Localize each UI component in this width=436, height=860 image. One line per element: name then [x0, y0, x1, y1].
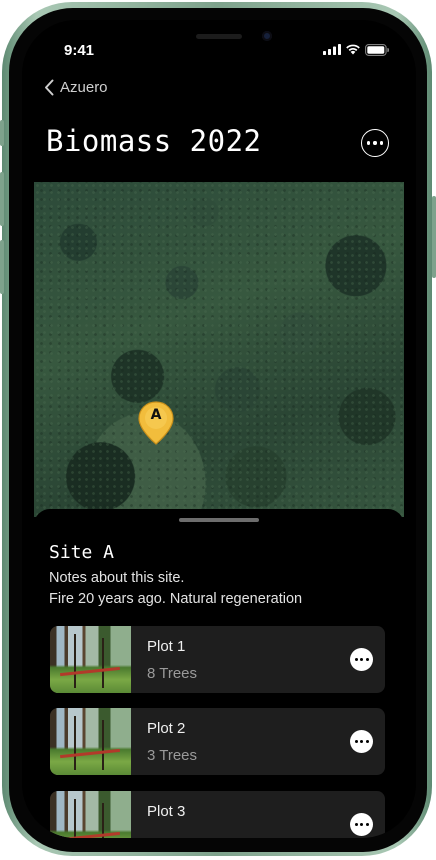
plot-name: Plot 1	[147, 638, 186, 655]
plot-name: Plot 2	[147, 720, 186, 737]
site-marker-a[interactable]: A	[137, 400, 175, 446]
plot-more-button[interactable]	[350, 813, 373, 836]
site-notes-line-2: Fire 20 years ago. Natural regeneration	[49, 591, 303, 607]
plot-tree-count: 3 Trees	[147, 747, 198, 764]
chevron-left-icon	[45, 79, 54, 95]
cellular-signal-icon	[323, 44, 341, 55]
satellite-map[interactable]: A	[34, 182, 404, 517]
sheet-grabber[interactable]	[179, 518, 259, 522]
power-button	[432, 196, 436, 278]
ellipsis-icon	[366, 141, 384, 145]
plot-more-button[interactable]	[350, 730, 373, 753]
status-time: 9:41	[64, 42, 95, 59]
mute-switch	[0, 120, 4, 146]
ellipsis-icon	[354, 823, 369, 826]
plot-name: Plot 3	[147, 803, 186, 820]
site-title: Site A	[49, 542, 115, 563]
plot-card-1[interactable]: Plot 1 8 Trees	[50, 626, 385, 693]
ellipsis-icon	[354, 658, 369, 661]
volume-down-button	[0, 240, 4, 294]
marker-label: A	[150, 407, 162, 423]
plot-tree-count: 8 Trees	[147, 665, 198, 682]
battery-icon	[365, 44, 389, 56]
site-notes-line-1: Notes about this site.	[49, 570, 185, 586]
plot-more-button[interactable]	[350, 648, 373, 671]
speaker	[196, 34, 242, 39]
site-bottom-sheet[interactable]: Site A Notes about this site. Fire 20 ye…	[34, 509, 404, 838]
plot-card-3[interactable]: Plot 3	[50, 791, 385, 838]
notch	[130, 20, 308, 52]
plot-thumbnail	[50, 708, 131, 775]
back-button[interactable]: Azuero	[44, 76, 108, 98]
front-camera	[262, 31, 272, 41]
plot-thumbnail	[50, 791, 131, 838]
page-title: Biomass 2022	[46, 124, 262, 158]
ellipsis-icon	[354, 740, 369, 743]
back-label: Azuero	[60, 78, 108, 96]
volume-up-button	[0, 172, 4, 226]
page-more-button[interactable]	[361, 129, 389, 157]
phone-frame: 9:41 Azuero Biomass 2022 A Site A Notes …	[0, 0, 436, 860]
plot-card-2[interactable]: Plot 2 3 Trees	[50, 708, 385, 775]
screen: 9:41 Azuero Biomass 2022 A Site A Notes …	[22, 20, 416, 838]
wifi-icon	[346, 44, 360, 55]
map-texture	[34, 182, 404, 517]
plot-thumbnail	[50, 626, 131, 693]
